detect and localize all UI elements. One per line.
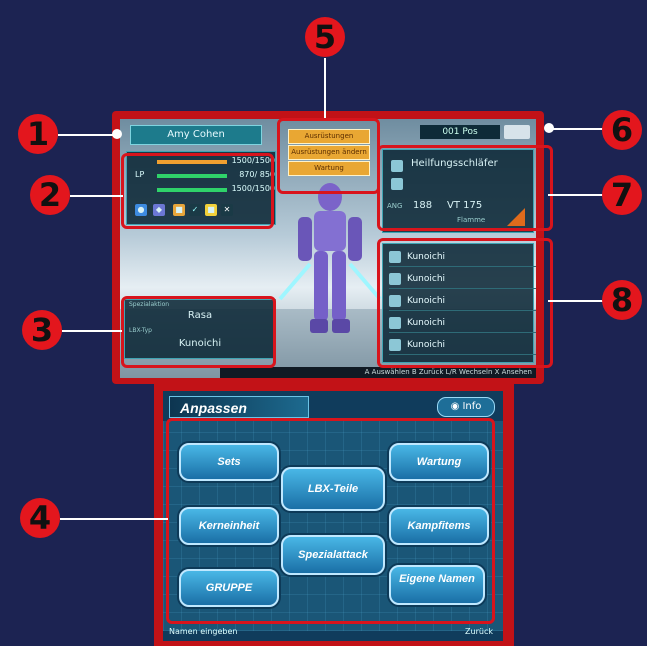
callout-8: 8 <box>602 280 642 320</box>
callout-line <box>70 195 123 197</box>
menu-title: Anpassen <box>169 396 309 418</box>
callout-dot <box>112 129 122 139</box>
highlight-frame-7 <box>377 145 553 231</box>
callout-1: 1 <box>18 114 58 154</box>
callout-line <box>324 58 326 118</box>
lbx-robot-figure <box>278 183 382 333</box>
info-icon: ◉ <box>450 401 463 412</box>
callout-dot <box>544 123 554 133</box>
namen-eingeben-hint[interactable]: Namen eingeben <box>169 627 319 639</box>
highlight-frame-4 <box>166 418 495 624</box>
callout-5: 5 <box>305 17 345 57</box>
menu-icon[interactable] <box>504 125 530 139</box>
character-name-tab: Amy Cohen <box>130 125 262 145</box>
callout-line <box>62 330 122 332</box>
callout-line <box>60 518 168 520</box>
callout-3: 3 <box>22 310 62 350</box>
callout-2: 2 <box>30 175 70 215</box>
highlight-frame-5 <box>277 118 380 194</box>
system-label: 001 Pos <box>420 125 500 139</box>
info-button[interactable]: ◉ Info <box>437 397 495 417</box>
callout-line <box>548 300 604 302</box>
callout-line <box>548 194 604 196</box>
control-hint-bar: A Auswählen B Zurück L/R Wechseln X Anse… <box>220 367 536 378</box>
callout-line <box>548 128 604 130</box>
callout-line <box>58 134 118 136</box>
highlight-frame-3 <box>121 296 276 368</box>
callout-6: 6 <box>602 110 642 150</box>
callout-7: 7 <box>602 175 642 215</box>
highlight-frame-2 <box>121 153 274 229</box>
highlight-frame-8 <box>377 238 553 368</box>
info-label: Info <box>462 401 482 412</box>
zurueck-hint[interactable]: Zurück <box>423 627 493 639</box>
callout-4: 4 <box>20 498 60 538</box>
